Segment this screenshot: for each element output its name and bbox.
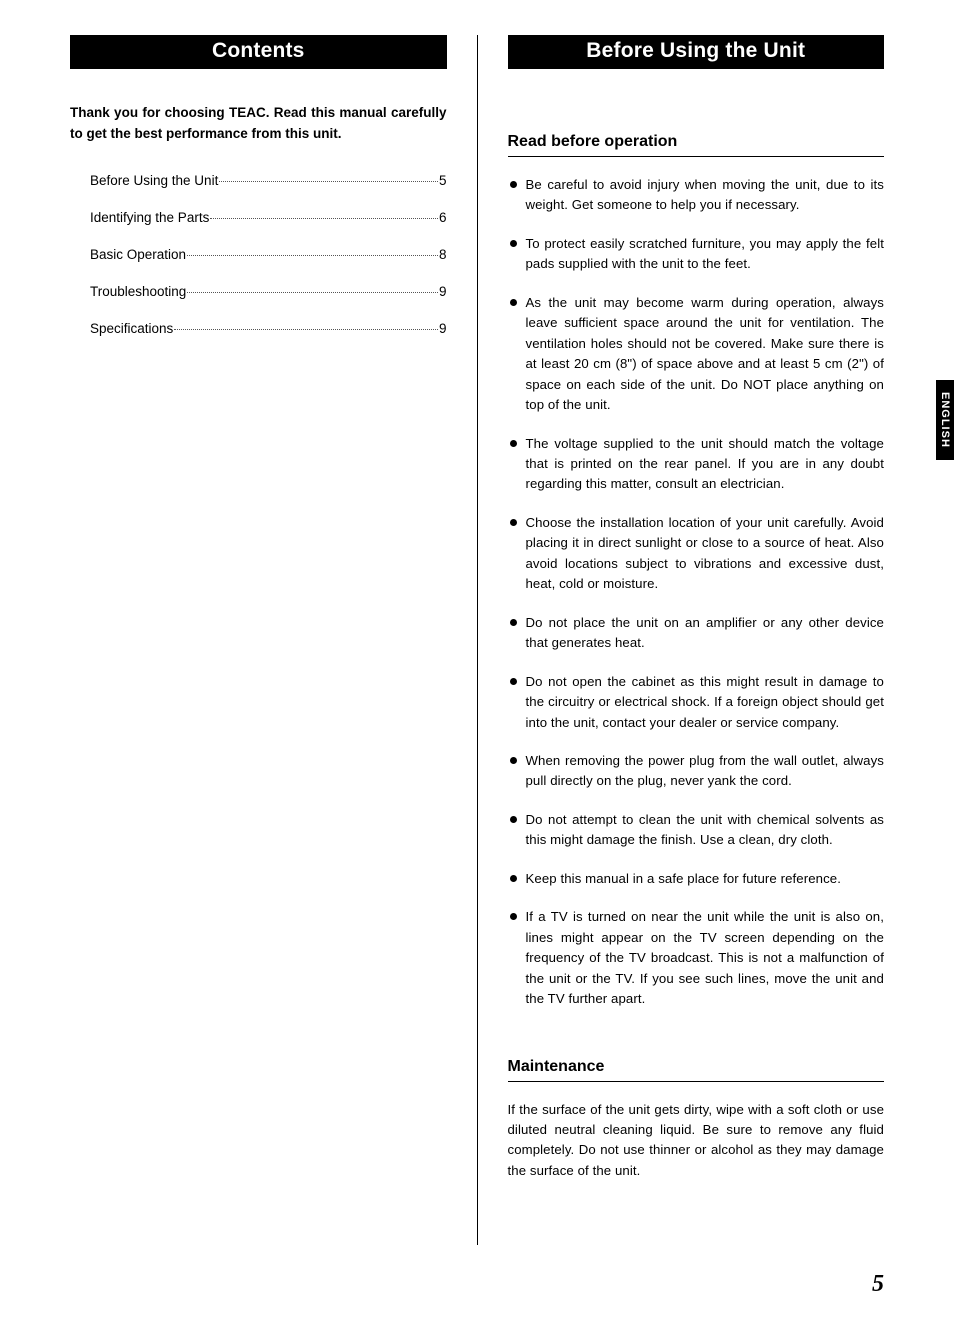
read-before-operation-heading: Read before operation [508,133,885,157]
toc-page: 9 [439,321,447,336]
intro-text: Thank you for choosing TEAC. Read this m… [70,103,447,145]
bullet-item: Choose the installation location of your… [508,513,885,595]
operation-bullets: Be careful to avoid injury when moving t… [508,175,885,1010]
toc-page: 5 [439,173,447,188]
toc-row: Before Using the Unit 5 [90,173,447,188]
toc-title: Identifying the Parts [90,210,209,225]
bullet-item: To protect easily scratched furniture, y… [508,234,885,275]
bullet-item: If a TV is turned on near the unit while… [508,907,885,1009]
contents-heading: Contents [70,35,447,69]
toc-page: 9 [439,284,447,299]
toc-title: Specifications [90,321,173,336]
maintenance-heading: Maintenance [508,1058,885,1082]
left-column: Contents Thank you for choosing TEAC. Re… [70,35,447,1288]
toc-row: Specifications 9 [90,321,447,336]
toc-page: 6 [439,210,447,225]
bullet-item: Keep this manual in a safe place for fut… [508,869,885,889]
bullet-item: Be careful to avoid injury when moving t… [508,175,885,216]
page-number: 5 [872,1271,884,1298]
bullet-item: As the unit may become warm during opera… [508,293,885,416]
bullet-item: Do not place the unit on an amplifier or… [508,613,885,654]
toc-dots [174,329,438,330]
toc-title: Troubleshooting [90,284,186,299]
bullet-item: Do not attempt to clean the unit with ch… [508,810,885,851]
column-divider [477,35,478,1245]
toc-dots [187,255,438,256]
toc-dots [210,218,438,219]
toc-row: Identifying the Parts 6 [90,210,447,225]
toc-page: 8 [439,247,447,262]
toc-row: Basic Operation 8 [90,247,447,262]
bullet-item: When removing the power plug from the wa… [508,751,885,792]
toc-title: Basic Operation [90,247,186,262]
before-using-heading: Before Using the Unit [508,35,885,69]
right-column: Before Using the Unit Read before operat… [508,35,885,1288]
bullet-item: Do not open the cabinet as this might re… [508,672,885,733]
toc-title: Before Using the Unit [90,173,218,188]
toc-dots [219,181,438,182]
toc-dots [187,292,438,293]
toc-row: Troubleshooting 9 [90,284,447,299]
bullet-item: The voltage supplied to the unit should … [508,434,885,495]
table-of-contents: Before Using the Unit 5 Identifying the … [70,173,447,336]
language-tab: ENGLISH [936,380,954,460]
maintenance-text: If the surface of the unit gets dirty, w… [508,1100,885,1182]
